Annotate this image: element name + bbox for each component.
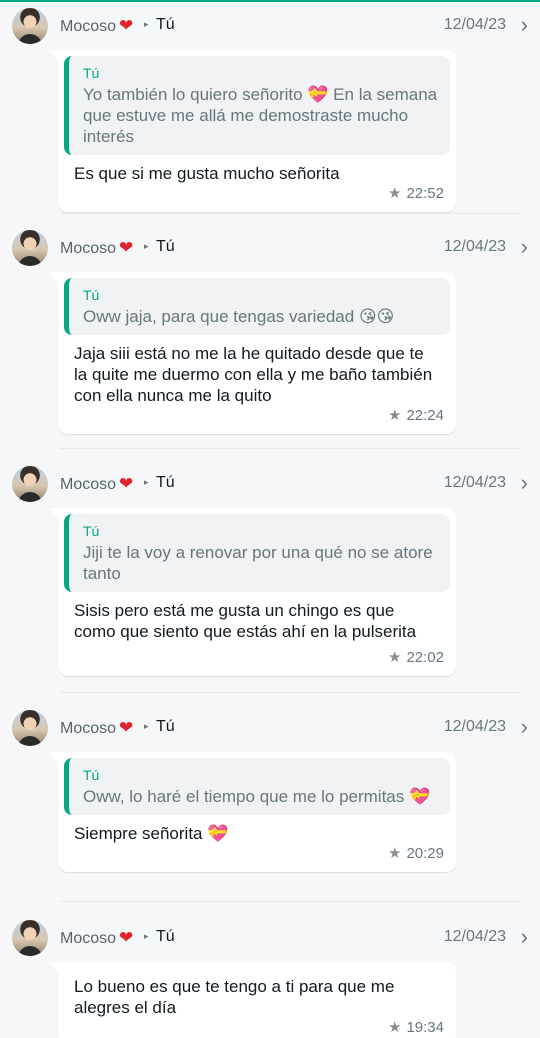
message-time: 19:34 [406, 1019, 444, 1036]
message-date: 12/04/23 [443, 16, 506, 33]
star-icon: ★ [388, 1019, 402, 1036]
message-meta: ★ 22:02 [64, 648, 450, 670]
star-icon: ★ [388, 649, 402, 666]
sender-name: Mocoso ❤ [60, 474, 134, 493]
message-time: 22:02 [406, 649, 444, 666]
message-header: Mocoso ❤ ▸ Tú 12/04/23 › [0, 920, 540, 956]
arrow-icon: ▸ [144, 721, 149, 731]
heart-icon: ❤ [119, 928, 134, 947]
message-date: 12/04/23 [443, 928, 506, 945]
sender-name: Mocoso ❤ [60, 928, 134, 947]
bubble-tail [49, 50, 59, 62]
message-time: 22:24 [406, 407, 444, 424]
message-bubble[interactable]: Tú Jiji te la voy a renovar por una qué … [49, 508, 456, 676]
starred-message-entry[interactable]: Mocoso ❤ ▸ Tú 12/04/23 › Tú Oww, lo haré … [0, 710, 540, 890]
message-header: Mocoso ❤ ▸ Tú 12/04/23 › [0, 8, 540, 44]
recipient-name: Tú [156, 718, 175, 735]
quote-author: Tú [83, 523, 100, 539]
quote-text: Oww, lo haré el tiempo que me lo permita… [83, 787, 431, 806]
message-date: 12/04/23 [443, 238, 506, 255]
quote-text: Yo también lo quiero señorito 💝 En la se… [83, 85, 438, 146]
sender-name: Mocoso ❤ [60, 238, 134, 257]
starred-message-entry[interactable]: Mocoso ❤ ▸ Tú 12/04/23 › Lo bueno es que … [0, 920, 540, 1038]
bubble-tail [49, 508, 59, 520]
message-header: Mocoso ❤ ▸ Tú 12/04/23 › [0, 466, 540, 502]
message-header: Mocoso ❤ ▸ Tú 12/04/23 › [0, 710, 540, 746]
bubble-tail [49, 962, 59, 974]
message-bubble[interactable]: Tú Yo también lo quiero señorito 💝 En la… [49, 50, 456, 212]
chevron-right-icon[interactable]: › [521, 234, 528, 260]
arrow-icon: ▸ [144, 931, 149, 941]
quote-author: Tú [83, 65, 100, 81]
recipient-name: Tú [156, 238, 175, 255]
quote-author: Tú [83, 767, 100, 783]
star-icon: ★ [388, 407, 402, 424]
bubble-tail [49, 272, 59, 284]
sender-name: Mocoso ❤ [60, 718, 134, 737]
star-icon: ★ [388, 845, 402, 862]
chevron-right-icon[interactable]: › [521, 924, 528, 950]
message-meta: ★ 20:29 [64, 844, 450, 866]
message-bubble[interactable]: Tú Oww, lo haré el tiempo que me lo perm… [49, 752, 456, 872]
avatar[interactable] [12, 920, 48, 956]
quoted-message[interactable]: Tú Yo también lo quiero señorito 💝 En la… [64, 56, 450, 155]
message-text: Siempre señorita 💝 [74, 824, 229, 843]
message-time: 20:29 [406, 845, 444, 862]
message-time: 22:52 [406, 185, 444, 202]
quote-author: Tú [83, 287, 100, 303]
heart-icon: ❤ [119, 16, 134, 35]
divider [60, 692, 520, 693]
message-bubble[interactable]: Lo bueno es que te tengo a ti para que m… [49, 962, 456, 1038]
message-meta: ★ 19:34 [64, 1018, 450, 1038]
message-text: Jaja siii está no me la he quitado desde… [74, 344, 433, 405]
heart-icon: ❤ [119, 718, 134, 737]
message-text: Sisis pero está me gusta un chingo es qu… [74, 601, 417, 641]
arrow-icon: ▸ [144, 241, 149, 251]
quote-text: Jiji te la voy a renovar por una qué no … [83, 543, 433, 583]
message-date: 12/04/23 [443, 718, 506, 735]
recipient-name: Tú [156, 474, 175, 491]
avatar[interactable] [12, 466, 48, 502]
chevron-right-icon[interactable]: › [521, 12, 528, 38]
recipient-name: Tú [156, 928, 175, 945]
chevron-right-icon[interactable]: › [521, 714, 528, 740]
sender-name: Mocoso ❤ [60, 16, 134, 35]
quoted-message[interactable]: Tú Oww, lo haré el tiempo que me lo perm… [64, 758, 450, 815]
arrow-icon: ▸ [144, 19, 149, 29]
quote-text: Oww jaja, para que tengas variedad 😘😘 [83, 307, 395, 326]
recipient-name: Tú [156, 16, 175, 33]
message-meta: ★ 22:24 [64, 406, 450, 428]
divider [60, 901, 520, 902]
starred-message-entry[interactable]: Mocoso ❤ ▸ Tú 12/04/23 › Tú Oww jaja, par… [0, 230, 540, 434]
arrow-icon: ▸ [144, 477, 149, 487]
avatar[interactable] [12, 230, 48, 266]
message-date: 12/04/23 [443, 474, 506, 491]
message-text: Lo bueno es que te tengo a ti para que m… [74, 977, 395, 1017]
message-bubble[interactable]: Tú Oww jaja, para que tengas variedad 😘😘… [49, 272, 456, 434]
bubble-tail [49, 752, 59, 764]
divider [60, 213, 520, 214]
heart-icon: ❤ [119, 474, 134, 493]
quoted-message[interactable]: Tú Jiji te la voy a renovar por una qué … [64, 514, 450, 592]
avatar[interactable] [12, 8, 48, 44]
message-meta: ★ 22:52 [64, 184, 450, 206]
quoted-message[interactable]: Tú Oww jaja, para que tengas variedad 😘😘 [64, 278, 450, 335]
message-header: Mocoso ❤ ▸ Tú 12/04/23 › [0, 230, 540, 266]
top-accent-line [0, 0, 540, 2]
avatar[interactable] [12, 710, 48, 746]
chevron-right-icon[interactable]: › [521, 470, 528, 496]
starred-message-entry[interactable]: Mocoso ❤ ▸ Tú 12/04/23 › Tú Yo también lo… [0, 8, 540, 212]
divider [60, 448, 520, 449]
heart-icon: ❤ [119, 238, 134, 257]
starred-message-entry[interactable]: Mocoso ❤ ▸ Tú 12/04/23 › Tú Jiji te la vo… [0, 466, 540, 676]
message-text: Es que si me gusta mucho señorita [74, 164, 340, 183]
star-icon: ★ [388, 185, 402, 202]
